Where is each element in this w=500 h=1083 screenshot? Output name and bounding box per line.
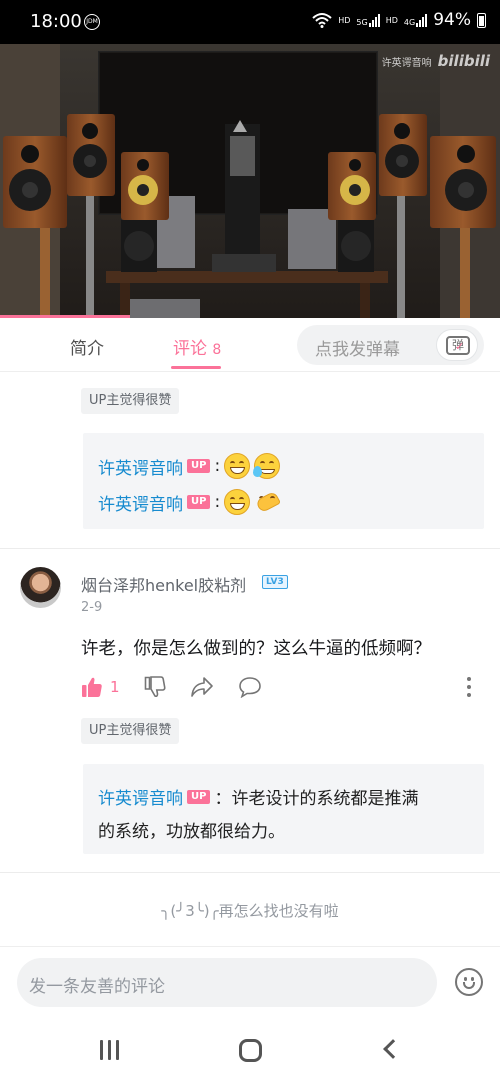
status-bar: 18:00 JDM HD 5G HD 4G 94% (0, 0, 500, 44)
back-icon[interactable] (383, 1039, 403, 1059)
reply-line: 许英谔音响 UP : (98, 453, 281, 479)
reply-line: 许英谔音响 UP ：许老设计的系统都是推满 (98, 784, 418, 809)
hd-indicator: HD (338, 15, 351, 25)
end-of-list-tip: ╮(╯3╰)╭再怎么找也没有啦 (161, 902, 339, 920)
comment-divider (0, 548, 500, 549)
danmaku-toggle-button[interactable]: 弹 ✓ (436, 329, 478, 361)
comment-content: 许老，你是怎么做到的？这么牛逼的低频啊？ (81, 639, 431, 659)
video-frame (0, 44, 500, 318)
tab-comments-label: 评论 (173, 339, 207, 359)
reply-author[interactable]: 许英谔音响 (98, 454, 183, 479)
up-badge: UP (187, 789, 211, 804)
comment-bar: 发一条友善的评论 (0, 946, 500, 1020)
grin-emoji-icon (224, 489, 251, 515)
danmaku-input[interactable]: 点我发弹幕 弹 ✓ (297, 325, 484, 365)
share-icon[interactable] (190, 676, 214, 698)
battery-percent: 94% (433, 10, 471, 30)
watermark-user: 许英谔音响 (381, 57, 432, 69)
comment-actions: 1 (81, 676, 481, 700)
wifi-icon (312, 13, 332, 28)
tab-intro[interactable]: 简介 (70, 334, 104, 359)
check-icon: ✓ (455, 340, 465, 353)
comment-input[interactable]: 发一条友善的评论 (17, 958, 437, 1007)
danmaku-placeholder: 点我发弹幕 (315, 340, 400, 360)
active-tab-indicator (171, 366, 221, 369)
comment-username[interactable]: 烟台泽邦henkel胶粘剂 (81, 572, 246, 596)
up-liked-tag: UP主觉得很赞 (81, 388, 180, 414)
ok-hand-emoji-icon (254, 489, 282, 515)
up-liked-tag: UP主觉得很赞 (81, 718, 180, 744)
like-icon[interactable] (81, 676, 103, 698)
bilibili-logo: bilibili (437, 52, 490, 70)
signal-bars-icon-2 (416, 13, 428, 27)
network-4g-label: 4G (403, 18, 416, 27)
more-options-icon[interactable] (465, 676, 473, 698)
signal-bars-icon (368, 13, 380, 27)
reply-author[interactable]: 许英谔音响 (98, 490, 183, 515)
up-reply-box[interactable]: 许英谔音响 UP ：许老设计的系统都是推满 的系统，功放都很给力。 (83, 764, 484, 854)
notification-icon: JDM (84, 14, 100, 30)
network-5g-label: 5G (356, 18, 368, 27)
recent-apps-icon[interactable] (100, 1040, 119, 1060)
level-badge: LV3 (262, 575, 288, 589)
reply-separator: : (214, 492, 221, 512)
tab-comments-count: 8 (212, 342, 222, 358)
like-count: 1 (110, 678, 120, 696)
clock: 18:00 (30, 11, 82, 32)
reply-separator: : (214, 456, 221, 476)
reply-text-cont: 的系统，功放都很给力。 (98, 822, 285, 842)
avatar[interactable] (20, 567, 61, 608)
video-watermark: 许英谔音响 bilibili (382, 52, 490, 70)
emoji-picker-icon[interactable] (455, 968, 483, 996)
cry-emoji-icon (253, 453, 281, 479)
dislike-icon[interactable] (144, 676, 166, 698)
tab-comments[interactable]: 评论 8 (173, 334, 221, 359)
up-badge: UP (187, 495, 211, 509)
system-nav-bar (0, 1020, 500, 1083)
up-reply-box[interactable]: 许英谔音响 UP : 许英谔音响 UP : (83, 433, 484, 529)
comment-date: 2-9 (81, 600, 103, 615)
home-icon[interactable] (239, 1039, 262, 1062)
up-badge: UP (187, 459, 211, 473)
reply-bubble-icon[interactable] (238, 676, 262, 698)
comment-divider (0, 872, 500, 873)
battery-icon (477, 12, 486, 28)
video-tabs: 简介 评论 8 点我发弹幕 弹 ✓ (0, 318, 500, 372)
reply-line: 许英谔音响 UP : (98, 489, 282, 515)
grin-emoji-icon (224, 453, 251, 479)
hd-indicator-2: HD (385, 15, 398, 25)
reply-text: ：许老设计的系统都是推满 (214, 789, 419, 809)
reply-line: 的系统，功放都很给力。 (98, 817, 285, 842)
video-player[interactable]: 许英谔音响 bilibili (0, 44, 500, 318)
comment-input-placeholder: 发一条友善的评论 (29, 977, 165, 997)
reply-author[interactable]: 许英谔音响 (98, 784, 183, 809)
